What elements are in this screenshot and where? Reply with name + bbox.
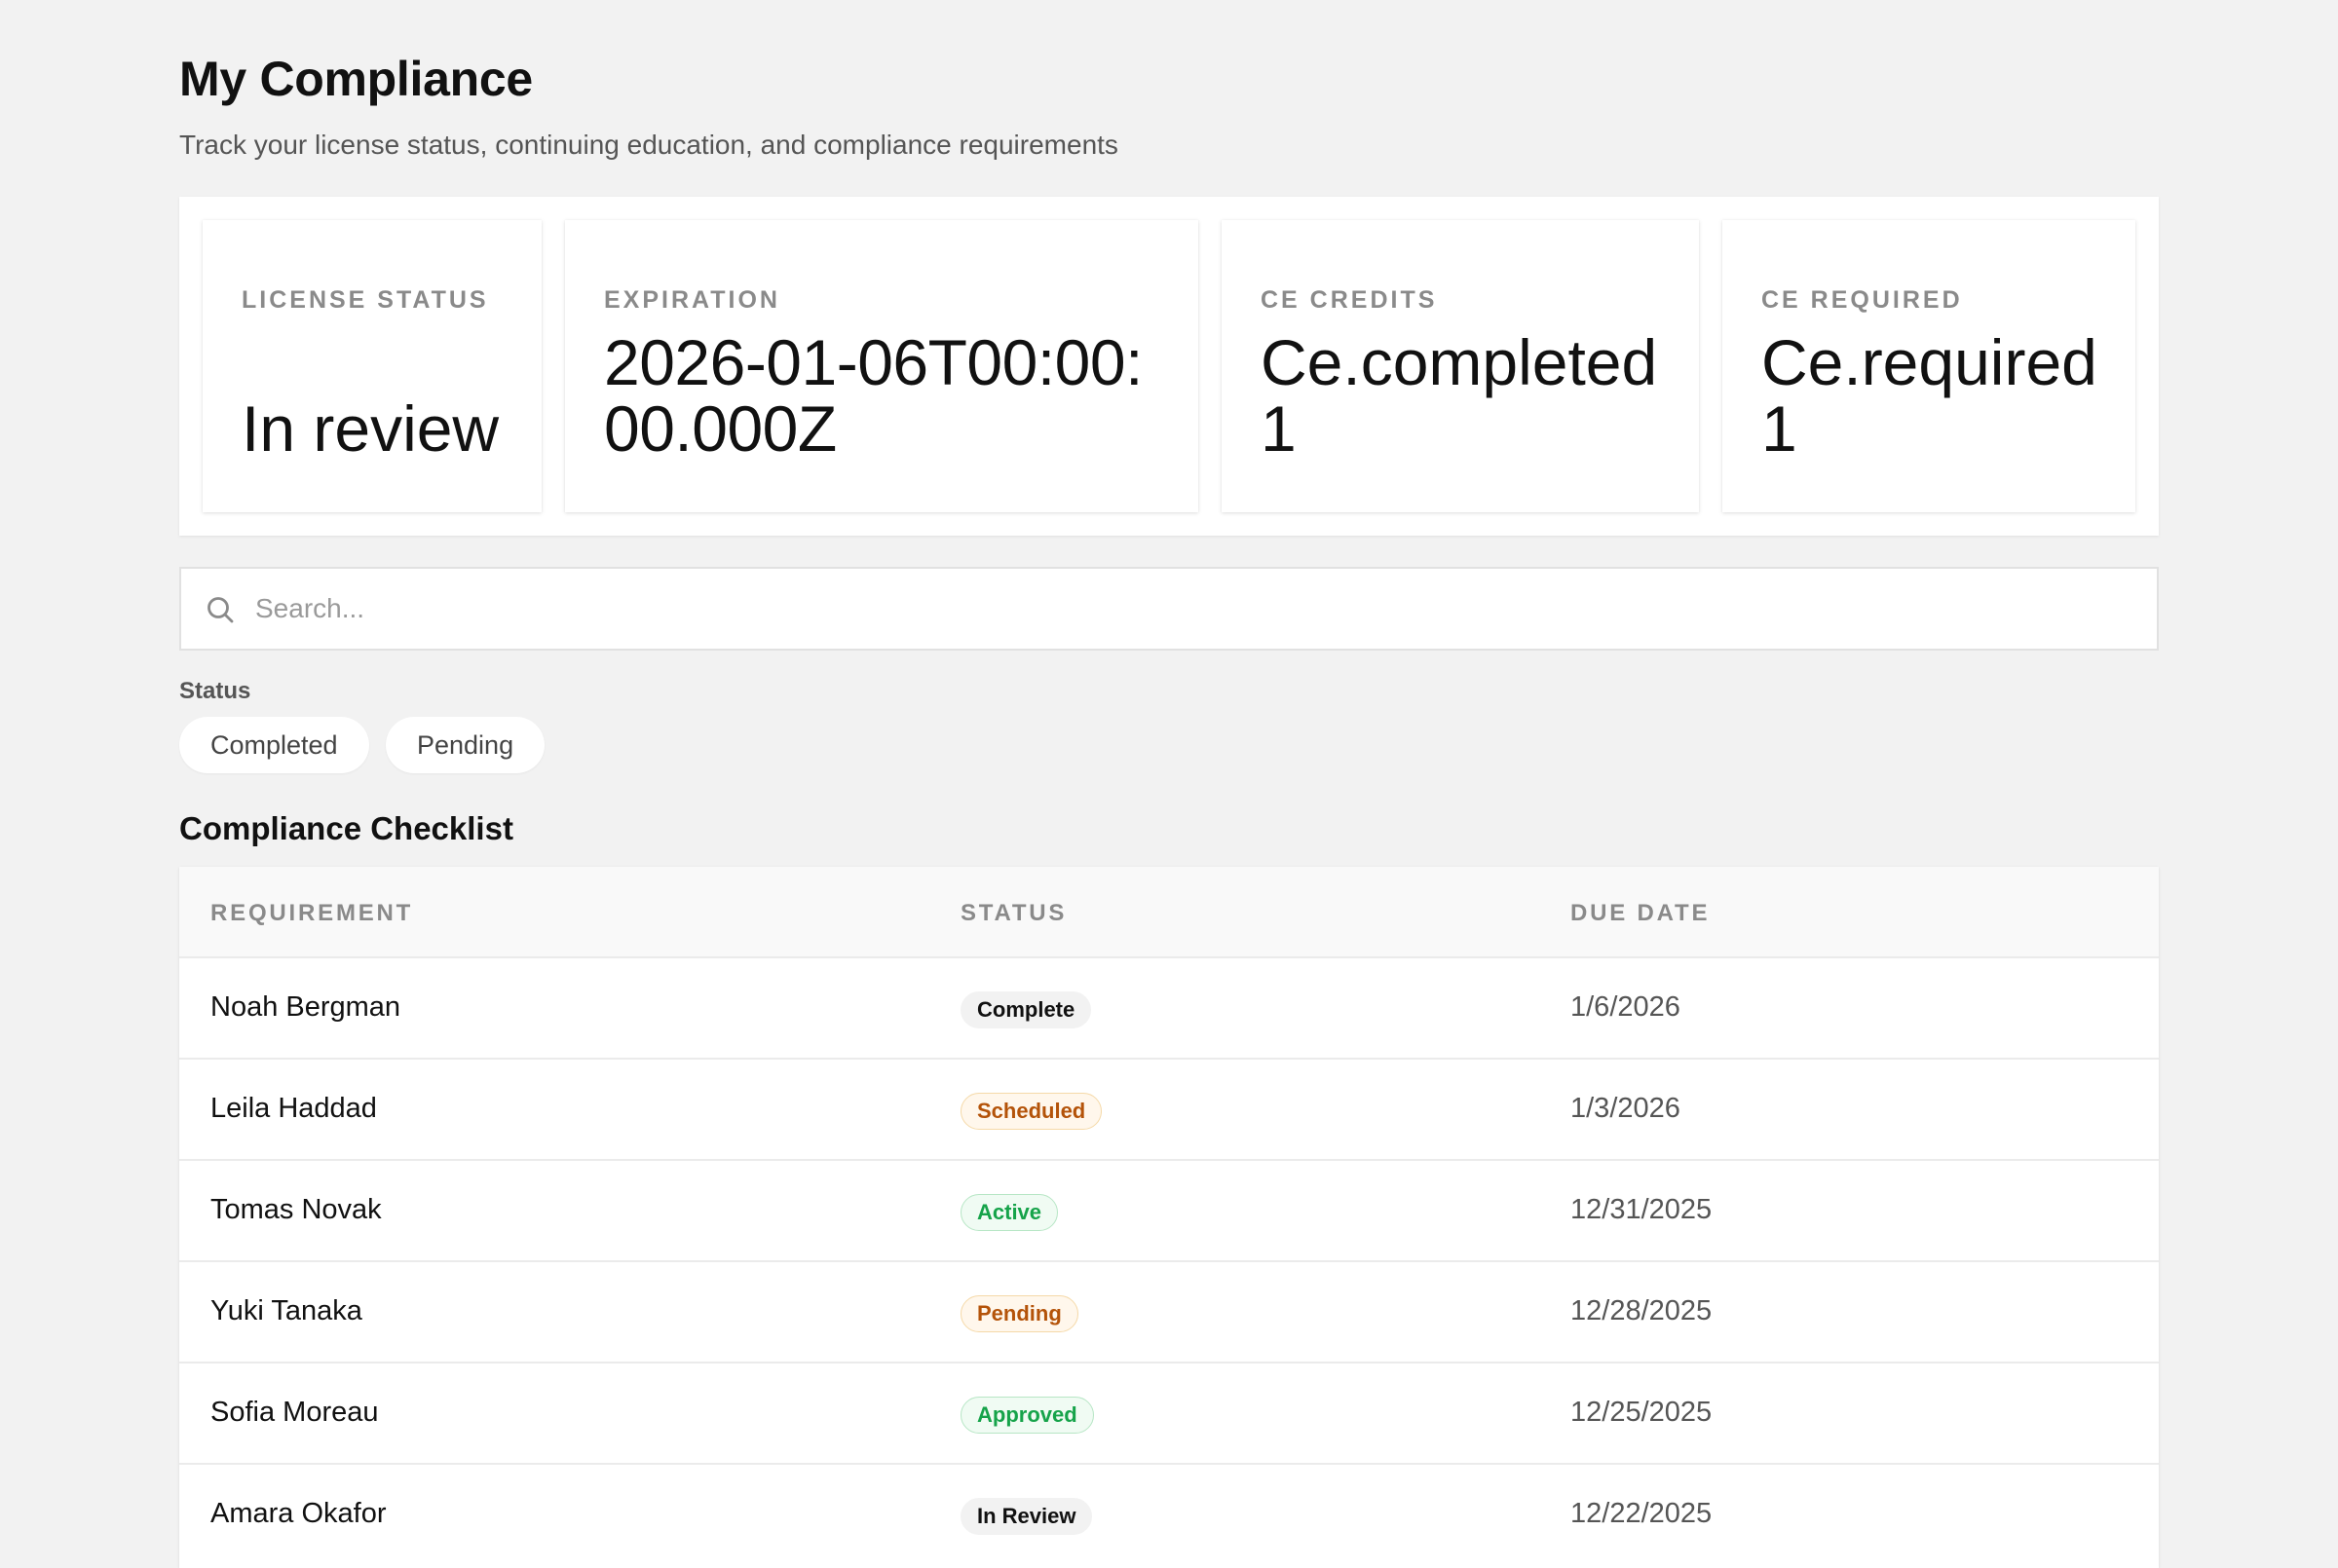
stat-value-ce-required: Ce.required 1 (1761, 326, 2097, 465)
due-date-cell: 12/28/2025 (1570, 1295, 1713, 1326)
table-row[interactable]: Yuki Tanaka Pending 12/28/2025 (179, 1260, 2159, 1362)
due-date-cell: 1/6/2026 (1570, 991, 1680, 1023)
due-date-cell: 12/31/2025 (1570, 1194, 1713, 1225)
stat-card-license-status: LICENSE STATUS In review (203, 220, 542, 512)
due-date-cell: 12/25/2025 (1570, 1397, 1713, 1428)
compliance-table: REQUIREMENT STATUS DUE DATE Noah Bergman… (179, 867, 2159, 1568)
stat-label: CE CREDITS (1261, 286, 1438, 314)
stat-card-ce-required: CE REQUIRED Ce.required 1 (1722, 220, 2135, 512)
table-row[interactable]: Sofia Moreau Approved 12/25/2025 (179, 1362, 2159, 1463)
stat-label: CE REQUIRED (1761, 286, 1963, 314)
status-badge: Scheduled (961, 1093, 1103, 1130)
filter-chip-completed[interactable]: Completed (179, 717, 369, 773)
status-filter-label: Status (179, 678, 251, 704)
section-title: Compliance Checklist (179, 810, 513, 846)
search-icon (205, 594, 236, 625)
stats-panel: LICENSE STATUS In review EXPIRATION 2026… (179, 197, 2159, 536)
filter-chip-pending[interactable]: Pending (386, 717, 546, 773)
stat-card-ce-credits: CE CREDITS Ce.completed 1 (1222, 220, 1699, 512)
status-badge: Approved (961, 1397, 1094, 1434)
requirement-cell: Noah Bergman (210, 991, 401, 1023)
status-badge: Active (961, 1194, 1059, 1231)
search-input[interactable] (255, 586, 2106, 631)
requirement-cell: Sofia Moreau (210, 1397, 379, 1428)
table-header: REQUIREMENT STATUS DUE DATE (179, 867, 2159, 956)
stat-value-license-status: In review (242, 392, 500, 465)
column-header-requirement: REQUIREMENT (210, 900, 414, 926)
table-row[interactable]: Tomas Novak Active 12/31/2025 (179, 1159, 2159, 1260)
column-header-status: STATUS (961, 900, 1068, 926)
requirement-cell: Tomas Novak (210, 1194, 382, 1225)
status-badge: Pending (961, 1295, 1078, 1332)
stat-card-expiration: EXPIRATION 2026-01-06T00:00:00.000Z (565, 220, 1198, 512)
table-row[interactable]: Leila Haddad Scheduled 1/3/2026 (179, 1058, 2159, 1159)
requirement-cell: Leila Haddad (210, 1093, 377, 1124)
table-row[interactable]: Amara Okafor In Review 12/22/2025 (179, 1463, 2159, 1564)
page-subtitle: Track your license status, continuing ed… (179, 130, 1118, 160)
column-header-due-date: DUE DATE (1570, 900, 1711, 926)
requirement-cell: Amara Okafor (210, 1498, 387, 1529)
search-box (179, 567, 2159, 651)
requirement-cell: Yuki Tanaka (210, 1295, 362, 1326)
status-badge: Complete (961, 991, 1092, 1028)
stat-value-expiration: 2026-01-06T00:00:00.000Z (604, 326, 1143, 465)
table-row[interactable]: Noah Bergman Complete 1/6/2026 (179, 956, 2159, 1058)
due-date-cell: 12/22/2025 (1570, 1498, 1713, 1529)
due-date-cell: 1/3/2026 (1570, 1093, 1680, 1124)
stat-label: LICENSE STATUS (242, 286, 489, 314)
stat-value-ce-credits: Ce.completed 1 (1261, 326, 1658, 465)
page-title: My Compliance (179, 52, 533, 106)
stat-label: EXPIRATION (604, 286, 780, 314)
status-badge: In Review (961, 1498, 1093, 1535)
